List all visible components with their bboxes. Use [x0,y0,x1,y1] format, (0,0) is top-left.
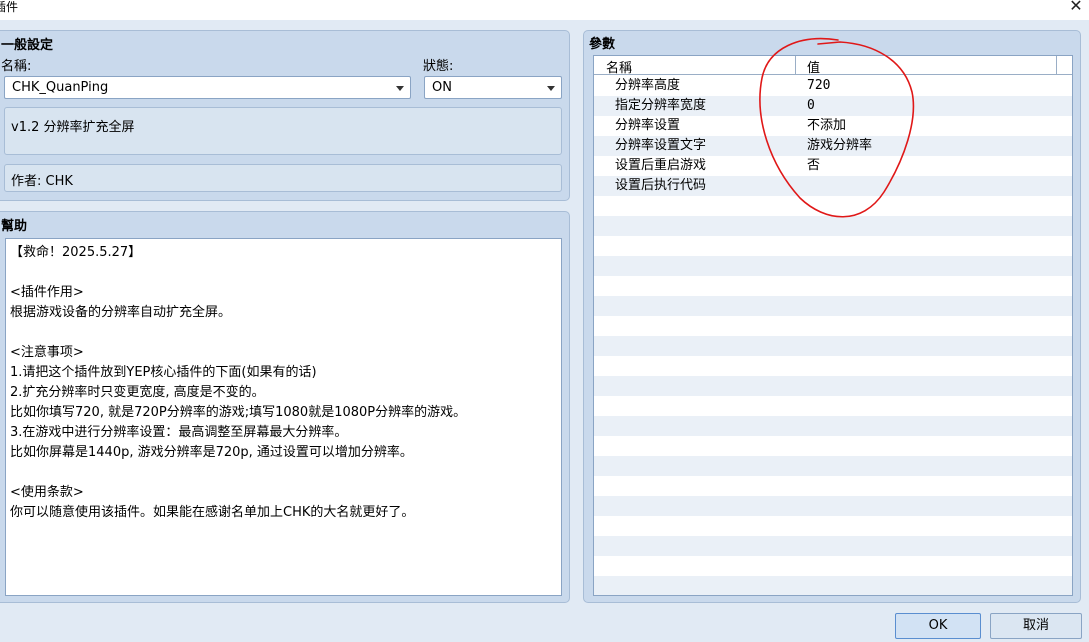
parameter-row[interactable] [594,436,1072,456]
parameter-row[interactable] [594,256,1072,276]
status-value: ON [432,80,452,95]
parameter-row[interactable] [594,476,1072,496]
parameters-group: 參數 名稱 值 分辨率高度 720 指定分辨率宽度 0 分辨率设置 不添加分辨率设置文字 游… [583,30,1081,603]
table-header: 名稱 值 [594,56,1072,76]
parameter-row[interactable] [594,456,1072,476]
parameter-row[interactable] [594,576,1072,595]
parameter-name: 指定分辨率宽度 [615,98,707,113]
parameter-value: 否 [807,158,821,173]
column-header-name[interactable]: 名稱 [606,57,632,76]
plugin-name-value: CHK_QuanPing [12,80,109,95]
parameter-row[interactable] [594,416,1072,436]
parameter-name: 分辨率设置 [615,118,681,133]
parameter-row[interactable]: 分辨率高度 720 [594,76,1072,96]
parameter-row[interactable]: 指定分辨率宽度 0 [594,96,1072,116]
window-title: 插件 [0,0,19,14]
ok-button[interactable]: OK [895,613,981,639]
chevron-down-icon [547,86,555,91]
parameter-row[interactable] [594,536,1072,556]
parameter-row[interactable] [594,496,1072,516]
author-box: 作者: CHK [4,164,562,192]
parameter-row[interactable] [594,516,1072,536]
chevron-down-icon [396,86,404,91]
parameter-row[interactable] [594,556,1072,576]
close-icon[interactable]: ✕ [1063,0,1089,14]
parameter-row[interactable] [594,216,1072,236]
status-select[interactable]: ON [424,76,562,99]
general-settings-group: 一般設定 名稱: 狀態: CHK_QuanPing ON v1.2 分辨率扩充全… [0,30,570,201]
description-box: v1.2 分辨率扩充全屏 [4,107,562,155]
help-text-area[interactable]: 【救命！2025.5.27】 <插件作用> 根据游戏设备的分辨率自动扩充全屏。 … [5,238,562,596]
parameter-row[interactable] [594,396,1072,416]
parameters-table[interactable]: 名稱 值 分辨率高度 720 指定分辨率宽度 0 分辨率设置 不添加分辨率设置文字 游戏分辨… [593,55,1073,596]
help-group: 幫助 【救命！2025.5.27】 <插件作用> 根据游戏设备的分辨率自动扩充全… [0,211,570,603]
general-settings-title: 一般設定 [1,38,54,53]
description-text: v1.2 分辨率扩充全屏 [11,120,135,135]
parameter-row[interactable] [594,236,1072,256]
cancel-button[interactable]: 取消 [990,613,1082,639]
parameter-name: 设置后重启游戏 [615,158,707,173]
column-divider[interactable] [1056,56,1057,75]
parameter-name: 设置后执行代码 [615,178,707,193]
parameter-value: 不添加 [807,118,847,133]
parameter-name: 分辨率高度 [615,78,681,93]
title-bar: 插件 ✕ [0,0,1089,20]
column-header-value[interactable]: 值 [807,57,820,76]
parameter-row[interactable] [594,196,1072,216]
parameter-row[interactable]: 设置后重启游戏 否 [594,156,1072,176]
name-label: 名稱: [1,59,32,74]
parameter-value: 游戏分辨率 [807,138,873,153]
parameter-row[interactable]: 分辨率设置文字 游戏分辨率 [594,136,1072,156]
parameter-row[interactable] [594,376,1072,396]
parameter-row[interactable] [594,296,1072,316]
parameter-row[interactable] [594,336,1072,356]
parameter-row[interactable]: 设置后执行代码 [594,176,1072,196]
parameter-name: 分辨率设置文字 [615,138,707,153]
parameters-title: 參數 [589,37,616,52]
author-text: 作者: CHK [11,174,73,189]
status-label: 狀態: [423,59,454,74]
parameter-value: 720 [807,78,831,93]
parameter-row[interactable]: 分辨率设置 不添加 [594,116,1072,136]
plugin-dialog: 插件 ✕ 一般設定 名稱: 狀態: CHK_QuanPing ON v1.2 分… [0,0,1089,642]
parameter-row[interactable] [594,276,1072,296]
help-title: 幫助 [1,219,28,234]
parameter-row[interactable] [594,356,1072,376]
plugin-name-select[interactable]: CHK_QuanPing [4,76,411,99]
parameter-value: 0 [807,98,815,113]
column-divider[interactable] [795,56,796,75]
parameter-rows: 分辨率高度 720 指定分辨率宽度 0 分辨率设置 不添加分辨率设置文字 游戏分辨率设置后重… [594,76,1072,595]
parameter-row[interactable] [594,316,1072,336]
